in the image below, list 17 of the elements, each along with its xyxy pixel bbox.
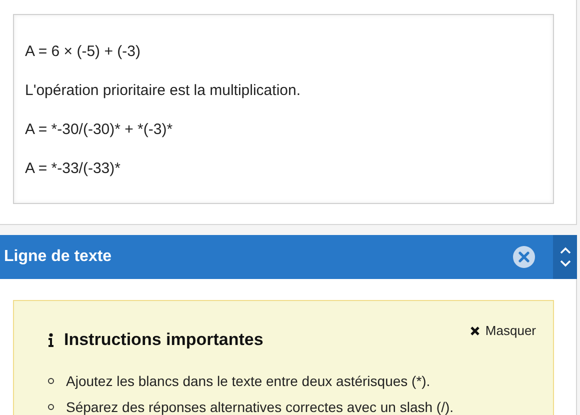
text-line: A = *-33/(-33)* [25, 159, 122, 179]
bullet-icon [48, 404, 54, 410]
text-line: A = *-30/(-30)* + *(-3)* [25, 120, 174, 140]
instructions-title: Instructions importantes [64, 329, 264, 351]
info-icon [48, 332, 54, 347]
close-icon[interactable] [513, 246, 535, 268]
close-icon [470, 326, 480, 336]
instruction-item: Séparez des réponses alternatives correctes avec un slash (/). [66, 398, 454, 415]
bullet-icon [48, 378, 54, 384]
instruction-item: Ajoutez les blancs dans le texte entre deux astérisques (*). [66, 372, 430, 390]
text-area[interactable]: A = 6 × (-5) + (-3) L'opération prioritaire est la multiplication. A = *-30/(-30)* + *(-3)* A = *-33/(-33)* [13, 14, 554, 204]
text-line: L'opération prioritaire est la multiplication. [25, 81, 302, 101]
section-title: Ligne de texte [4, 247, 112, 267]
text-line: A = 6 × (-5) + (-3) [25, 42, 142, 62]
move-up-icon[interactable] [560, 247, 570, 254]
move-down-icon[interactable] [560, 260, 570, 267]
hide-button[interactable]: Masquer [470, 321, 536, 340]
